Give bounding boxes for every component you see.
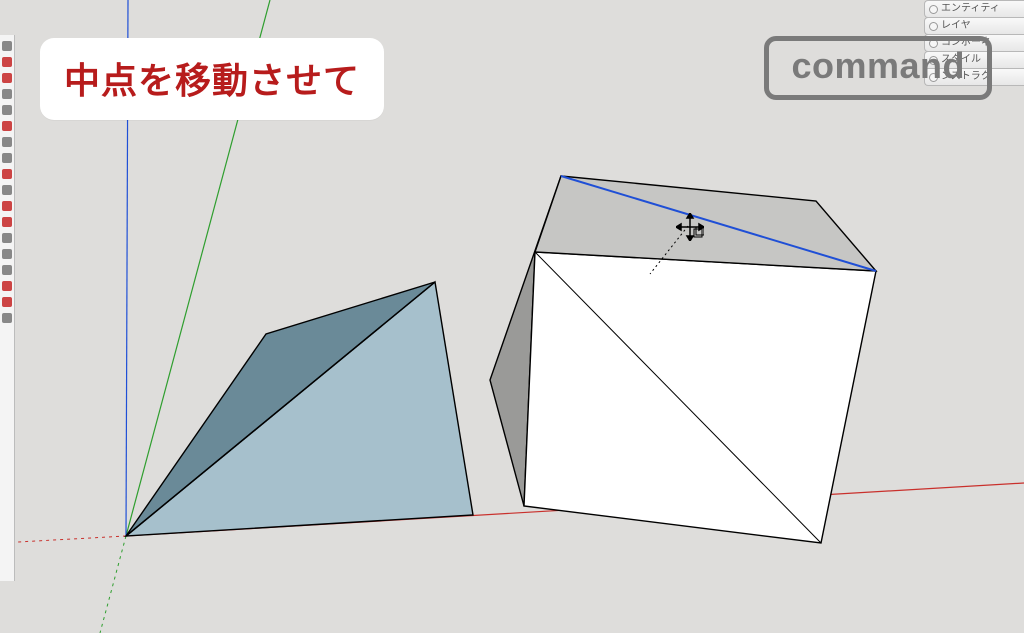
tool-icon[interactable] [2, 201, 12, 211]
tool-icon[interactable] [2, 297, 12, 307]
tool-icon[interactable] [2, 233, 12, 243]
left-shape[interactable] [126, 282, 473, 536]
right-shape[interactable] [490, 176, 876, 543]
tool-icon[interactable] [2, 217, 12, 227]
tool-icon[interactable] [2, 41, 12, 51]
left-toolbar[interactable] [0, 35, 15, 581]
tool-icon[interactable] [2, 265, 12, 275]
axis-red-neg [0, 536, 126, 543]
tool-icon[interactable] [2, 137, 12, 147]
tool-icon[interactable] [2, 73, 12, 83]
annotation-left-badge: 中点を移動させて [40, 38, 384, 120]
tool-icon[interactable] [2, 249, 12, 259]
tool-icon[interactable] [2, 57, 12, 67]
tray-panel-entity[interactable]: エンティティ [924, 0, 1024, 18]
left-shape-face-back[interactable] [126, 282, 473, 536]
tray-panel-layers[interactable]: レイヤ [924, 17, 1024, 35]
tool-icon[interactable] [2, 185, 12, 195]
tool-icon[interactable] [2, 105, 12, 115]
tool-icon[interactable] [2, 313, 12, 323]
right-shape-front-face[interactable] [524, 252, 876, 543]
axis-green-neg [100, 536, 126, 633]
tool-icon[interactable] [2, 169, 12, 179]
tool-icon[interactable] [2, 153, 12, 163]
tool-icon[interactable] [2, 89, 12, 99]
annotation-command-key-badge: command [764, 36, 992, 100]
tool-icon[interactable] [2, 281, 12, 291]
tool-icon[interactable] [2, 121, 12, 131]
